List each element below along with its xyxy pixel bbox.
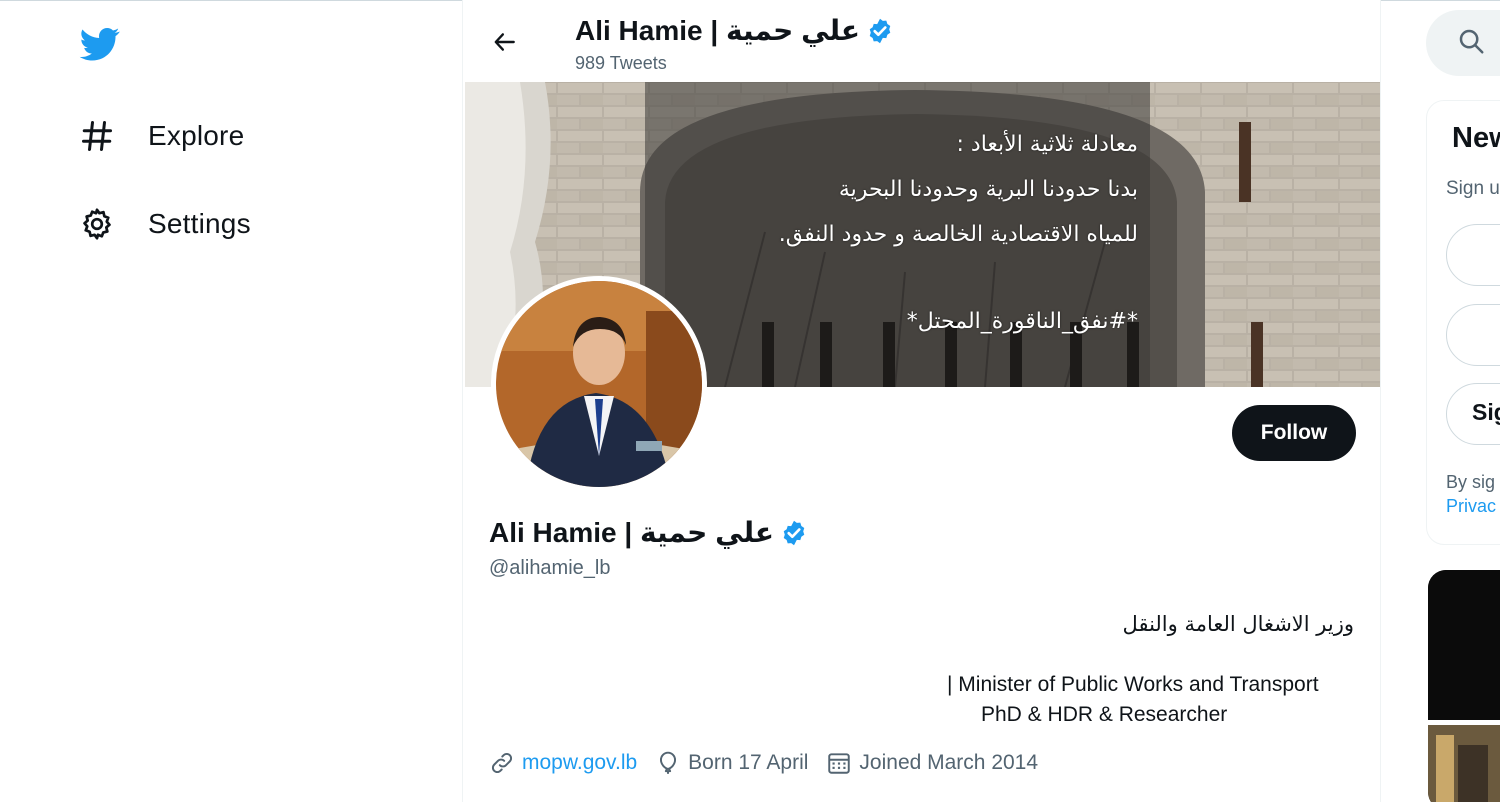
balloon-icon [660,751,677,774]
banner-hashtag: *#نفق_الناقورة_المحتل* [906,309,1138,334]
avatar[interactable] [491,276,707,492]
bio-line-2: PhD & HDR & Researcher [981,703,1228,726]
birthday-text: Born 17 April [688,751,809,774]
media-preview-card[interactable] [1428,570,1500,802]
nav-item-explore[interactable]: Explore [78,114,244,158]
left-navigation: Explore Settings [0,0,462,802]
profile-name-block: Ali Hamie | علي حمية [489,516,808,549]
nav-label-explore: Explore [148,120,245,151]
gear-icon [78,205,116,243]
nav-label-settings: Settings [148,208,251,239]
twitter-bird-icon[interactable] [78,24,122,64]
signup-button-label: Sig [1472,399,1500,425]
profile-handle: @alihamie_lb [489,557,611,579]
banner-line-2: بدنا حدودنا البرية وحدودنا البحرية [838,177,1138,202]
meta-birthday: Born 17 April [655,750,808,776]
calendar-icon [828,753,851,774]
website-link[interactable]: mopw.gov.lb [522,751,637,775]
search-icon [1456,26,1486,56]
back-button[interactable] [485,22,525,62]
profile-display-name: Ali Hamie | علي حمية [489,517,775,548]
media-thumbnail [1428,570,1500,802]
header-display-name: Ali Hamie | علي حمية [575,15,861,46]
follow-button[interactable]: Follow [1232,405,1356,461]
terms-text: By sig [1446,472,1496,492]
joined-text: Joined March 2014 [859,751,1039,774]
bio-arabic: وزير الاشغال العامة والنقل [1122,612,1354,636]
signup-card-subtitle: Sign u [1446,178,1500,199]
verified-badge-icon [869,18,891,43]
verified-badge-icon [783,520,805,545]
header-title: Ali Hamie | علي حمية [575,14,894,47]
tweet-count: 989 Tweets [575,53,667,73]
back-arrow-icon [494,33,515,51]
signup-card-title: New [1452,122,1500,154]
banner-line-3: للمياه الاقتصادية الخالصة و حدود النفق. [778,222,1138,247]
profile-header-bar: Ali Hamie | علي حمية 989 Tweets [463,0,1380,82]
hashtag-icon [78,117,116,155]
privacy-link[interactable]: Privac [1446,496,1496,517]
meta-joined: Joined March 2014 [826,750,1038,776]
link-icon [491,752,513,774]
banner-caption: معادلة ثلاثية الأبعاد : بدنا حدودنا البر… [668,122,1138,344]
meta-website: mopw.gov.lb [489,750,637,776]
signup-google-button[interactable] [1446,224,1500,286]
avatar-photo [496,281,702,487]
profile-column: Ali Hamie | علي حمية 989 Tweets معادلة ث… [462,0,1381,802]
profile-meta: mopw.gov.lb Born 17 April Joined March 2… [489,750,1056,776]
signup-apple-button[interactable] [1446,304,1500,366]
right-sidebar: New Sign u Sig By sig Privac [1382,0,1500,802]
banner-line-1: معادلة ثلاثية الأبعاد : [956,132,1139,157]
bio-line-1: | Minister of Public Works and Transport [947,673,1319,696]
nav-item-settings[interactable]: Settings [78,202,251,246]
